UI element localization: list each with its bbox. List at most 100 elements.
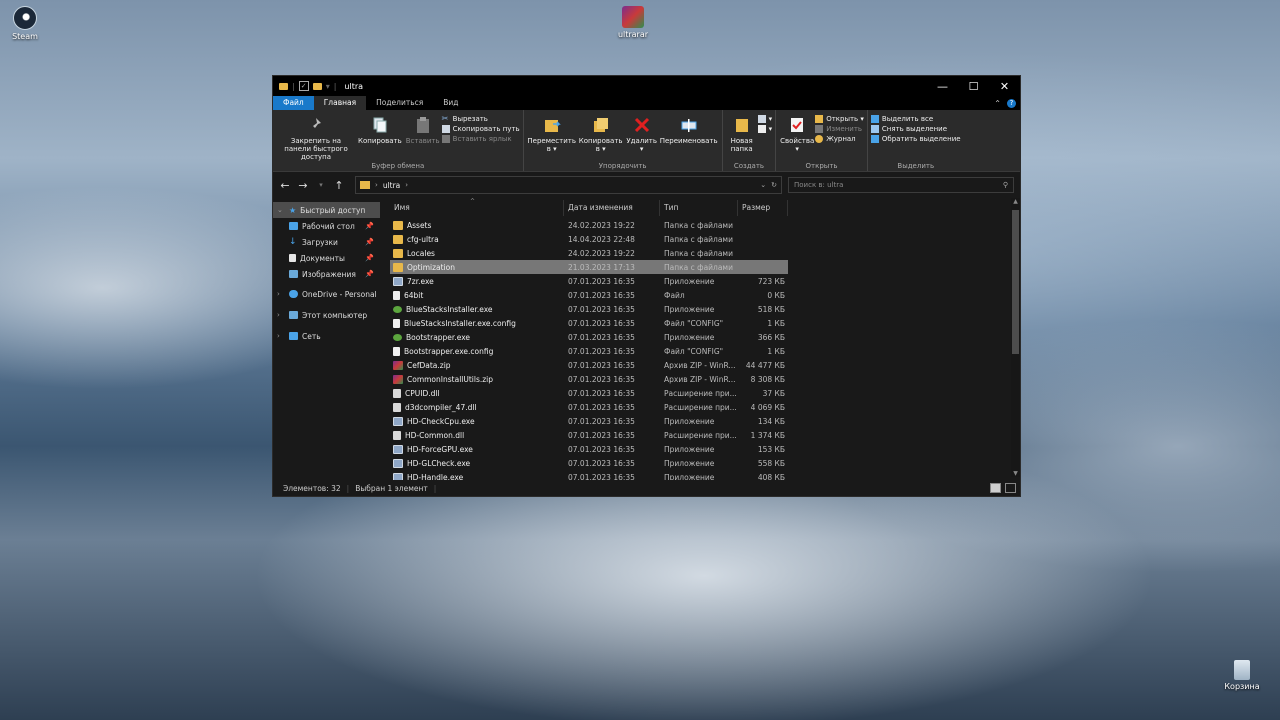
help-icon[interactable]: ? [1007,98,1016,108]
search-input[interactable]: Поиск в: ultra ⚲ [788,177,1014,193]
pin-quick-access-button[interactable]: Закрепить на панели быстрого доступа [276,112,356,161]
chevron-right-icon[interactable]: › [277,332,285,340]
file-size: 1 КБ [767,318,785,328]
sidebar-item-desktop[interactable]: Рабочий стол 📌 [273,218,380,234]
tab-view[interactable]: Вид [433,96,468,110]
table-row[interactable]: HD-CheckCpu.exe 07.01.2023 16:35 Приложени… [390,414,788,428]
table-row[interactable]: HD-GLCheck.exe 07.01.2023 16:35 Приложение… [390,456,788,470]
scrollbar-thumb[interactable] [1012,210,1019,354]
paste-shortcut-button[interactable]: Вставить ярлык [441,135,520,143]
rename-button[interactable]: Переименовать [659,112,719,161]
chevron-right-icon[interactable]: › [277,311,285,319]
file-type: Файл [664,290,685,300]
scroll-up-arrow-icon[interactable]: ▲ [1011,198,1020,205]
properties-button[interactable]: Свойства ▾ [779,112,815,161]
chevron-down-icon[interactable]: ⌄ [277,206,285,214]
close-button[interactable]: ✕ [989,76,1020,96]
star-icon: ★ [289,205,297,215]
column-header-size[interactable]: Размер [738,200,788,216]
easy-access-button[interactable]: ▾ [757,125,772,133]
desktop-shortcut-steam[interactable]: Steam [0,6,55,41]
table-row[interactable]: Bootstrapper.exe.config 07.01.2023 16:35 Ф… [390,344,788,358]
table-row[interactable]: CommonInstallUtils.zip 07.01.2023 16:35 Ар… [390,372,788,386]
details-view-icon[interactable] [990,483,1001,493]
desktop-shortcut-recycle-bin[interactable]: Корзина [1212,660,1272,691]
recent-locations-chevron-icon[interactable]: ▾ [315,181,327,189]
vertical-scrollbar[interactable]: ▲ ▼ [1011,198,1020,477]
exe-file-icon [393,458,403,468]
large-icons-view-icon[interactable] [1005,483,1016,493]
table-row[interactable]: Assets 24.02.2023 19:22 Папка с файлами [390,218,788,232]
title-bar[interactable]: | ✓ ▾ | ultra — ☐ ✕ [273,76,1020,96]
scroll-down-arrow-icon[interactable]: ▼ [1011,470,1020,477]
table-row[interactable]: Bootstrapper.exe 07.01.2023 16:35 Приложен… [390,330,788,344]
select-all-button[interactable]: Выделить все [870,115,961,123]
customize-toolbar-chevron-icon[interactable]: ▾ [326,82,330,91]
forward-arrow-icon[interactable]: → [297,179,309,192]
minimize-button[interactable]: — [927,76,958,96]
breadcrumb-chevron-icon[interactable]: › [375,181,378,189]
edit-button[interactable]: Изменить [815,125,864,133]
table-row[interactable]: CPUID.dll 07.01.2023 16:35 Расширение при.… [390,386,788,400]
copy-button[interactable]: Копировать [356,112,404,161]
up-arrow-icon[interactable]: ↑ [333,179,345,192]
open-button[interactable]: Открыть ▾ [815,115,864,123]
sort-ascending-icon: ^ [470,198,476,205]
column-header-date[interactable]: Дата изменения [564,200,660,216]
breadcrumb-ultra[interactable]: ultra [383,181,400,190]
properties-check-icon[interactable]: ✓ [298,81,309,91]
table-row[interactable]: BlueStacksInstaller.exe 07.01.2023 16:35 П… [390,302,788,316]
file-date: 07.01.2023 16:35 [568,416,635,426]
table-row[interactable]: 7zr.exe 07.01.2023 16:35 Приложение 723 КБ [390,274,788,288]
chevron-right-icon[interactable]: › [277,290,285,298]
address-bar[interactable]: › ultra › ⌄ ↻ [355,176,782,194]
sidebar-item-network[interactable]: › Сеть [273,328,380,344]
table-row[interactable]: Locales 24.02.2023 19:22 Папка с файлами [390,246,788,260]
pin-label: Закрепить на панели быстрого доступа [284,137,348,161]
tab-share[interactable]: Поделиться [366,96,433,110]
sidebar-item-downloads[interactable]: ↓ Загрузки 📌 [273,234,380,250]
delete-button[interactable]: Удалить ▾ [625,112,659,161]
table-row[interactable]: CefData.zip 07.01.2023 16:35 Архив ZIP - W… [390,358,788,372]
table-row[interactable]: HD-Common.dll 07.01.2023 16:35 Расширение … [390,428,788,442]
breadcrumb-chevron-icon[interactable]: › [405,181,408,189]
file-name: Bootstrapper.exe [406,332,471,342]
paste-button[interactable]: Вставить [404,112,442,161]
collapse-ribbon-chevron-icon[interactable]: ⌃ [994,99,1001,108]
sidebar-item-this-pc[interactable]: › Этот компьютер [273,307,380,323]
table-row[interactable]: d3dcompiler_47.dll 07.01.2023 16:35 Расшир… [390,400,788,414]
maximize-button[interactable]: ☐ [958,76,989,96]
invert-selection-icon [870,135,879,143]
address-history-chevron-icon[interactable]: ⌄ [760,181,766,189]
sidebar-item-quick-access[interactable]: ⌄ ★ Быстрый доступ [273,202,380,218]
table-row[interactable]: Optimization 21.03.2023 17:13 Папка с файл… [390,260,788,274]
table-row[interactable]: 64bit 07.01.2023 16:35 Файл 0 КБ [390,288,788,302]
cut-button[interactable]: ✂ Вырезать [442,115,520,124]
new-item-button[interactable]: ▾ [757,115,772,123]
tab-home[interactable]: Главная [313,96,367,110]
dll-file-icon [393,402,401,412]
select-none-button[interactable]: Снять выделение [870,125,961,133]
copy-path-icon [441,125,450,133]
back-arrow-icon[interactable]: ← [279,179,291,192]
new-folder-button[interactable]: Новая папка [726,112,758,161]
sidebar-item-pictures[interactable]: Изображения 📌 [273,266,380,282]
copy-to-button[interactable]: Копировать в ▾ [577,112,625,161]
desktop-shortcut-ultrarar[interactable]: ultrarar [603,6,663,39]
sidebar-item-onedrive[interactable]: › OneDrive - Personal [273,286,380,302]
tab-file[interactable]: Файл [273,96,314,110]
table-row[interactable]: BlueStacksInstaller.exe.config 07.01.2023… [390,316,788,330]
column-header-name[interactable]: Имя ^ [390,198,564,216]
invert-selection-button[interactable]: Обратить выделение [870,135,961,143]
column-header-type[interactable]: Тип [660,200,738,216]
copy-path-button[interactable]: Скопировать путь [441,125,520,133]
table-row[interactable]: HD-ForceGPU.exe 07.01.2023 16:35 Приложени… [390,442,788,456]
refresh-icon[interactable]: ↻ [771,181,777,189]
table-row[interactable]: cfg-ultra 14.04.2023 22:48 Папка с файлами [390,232,788,246]
sidebar-item-documents[interactable]: Документы 📌 [273,250,380,266]
move-to-button[interactable]: Переместить в ▾ [527,112,577,161]
new-folder-icon[interactable] [312,82,322,90]
history-button[interactable]: Журнал [815,135,864,143]
paste-shortcut-icon [441,135,450,143]
file-date: 14.04.2023 22:48 [568,234,635,244]
